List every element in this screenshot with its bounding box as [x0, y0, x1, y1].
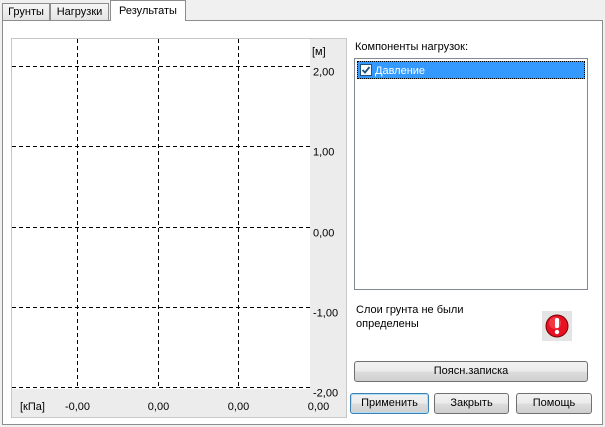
x-tick-label: 0,00: [148, 401, 169, 413]
chart-svg: [м] [кПа] 2,00 1,00 0,00 -1,00 -2,00 -0,00 0,…: [12, 39, 346, 417]
tab-loads-label: Нагрузки: [56, 6, 103, 18]
message-line-1: Слои грунта не были: [356, 304, 464, 316]
x-axis-band: [12, 389, 346, 417]
close-button[interactable]: Закрыть: [434, 393, 509, 414]
load-components-list[interactable]: Давление: [354, 58, 588, 290]
y-unit-label: [м]: [312, 46, 326, 58]
y-tick-label: 0,00: [313, 228, 334, 240]
y-tick-label: 2,00: [313, 67, 334, 79]
tab-loads[interactable]: Нагрузки: [50, 3, 109, 21]
x-tick-label: 0,00: [308, 401, 329, 413]
report-button[interactable]: Поясн.записка: [354, 361, 588, 382]
list-item-pressure[interactable]: Давление: [357, 61, 585, 79]
tab-results-label: Результаты: [119, 5, 177, 17]
y-tick-label: -2,00: [313, 388, 338, 400]
x-tick-label: -0,00: [65, 401, 90, 413]
load-components-title: Компоненты нагрузок:: [355, 41, 469, 53]
tab-results[interactable]: Результаты: [110, 0, 186, 21]
y-tick-label: -1,00: [313, 308, 338, 320]
exclamation-icon: [542, 311, 572, 341]
results-chart: [м] [кПа] 2,00 1,00 0,00 -1,00 -2,00 -0,00 0,…: [11, 38, 347, 418]
checkmark-icon: [361, 66, 371, 74]
pressure-label: Давление: [375, 65, 426, 77]
help-button[interactable]: Помощь: [516, 393, 592, 414]
apply-button[interactable]: Применить: [350, 393, 429, 414]
chart-grid: [12, 39, 310, 389]
y-tick-label: 1,00: [313, 147, 334, 159]
tab-soils-label: Грунты: [8, 6, 44, 18]
x-tick-label: 0,00: [228, 401, 249, 413]
pressure-checkbox[interactable]: [360, 64, 372, 76]
tab-soils[interactable]: Грунты: [2, 3, 50, 21]
message-line-2: определены: [356, 318, 419, 330]
x-unit-label: [кПа]: [20, 401, 45, 413]
